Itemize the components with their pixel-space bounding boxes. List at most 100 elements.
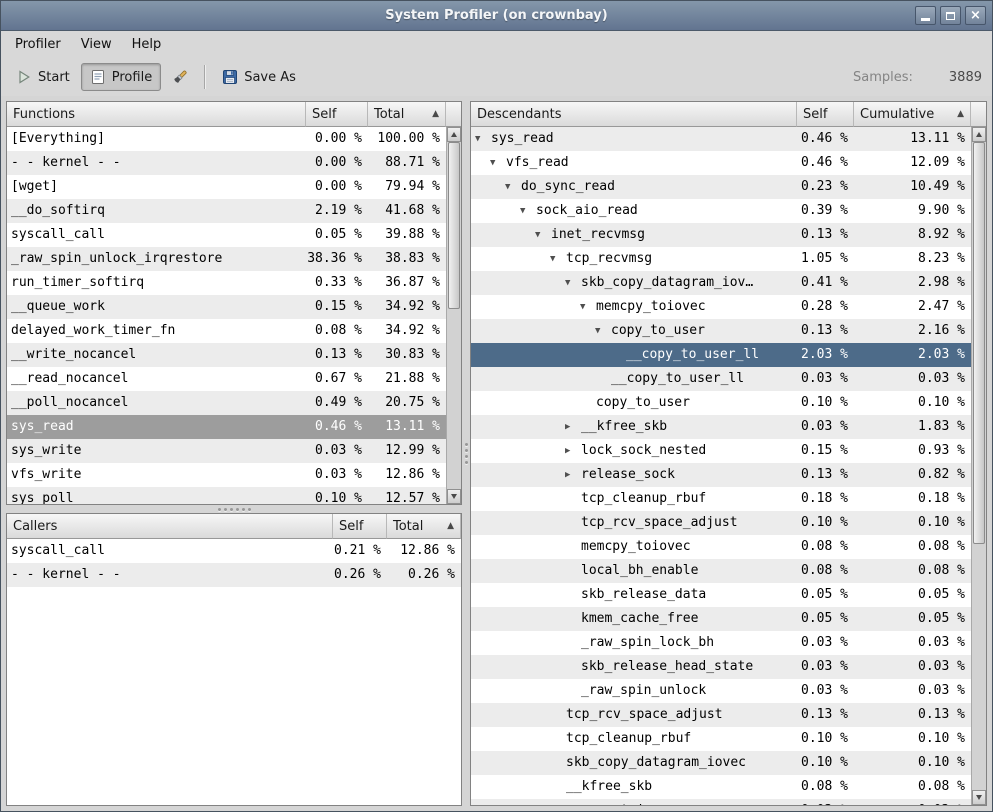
descendants-header: Descendants Self Cumulative ▲ [471, 102, 986, 127]
self-column-header[interactable]: Self [797, 102, 854, 127]
horizontal-pane-handle[interactable] [6, 505, 462, 513]
scrollbar-thumb[interactable] [448, 142, 460, 309]
total-column-header[interactable]: Total ▲ [368, 102, 446, 127]
table-row[interactable]: [wget]0.00 %79.94 % [7, 175, 446, 199]
menu-help[interactable]: Help [122, 33, 172, 56]
table-row[interactable]: sys_poll0.10 %12.57 % [7, 487, 446, 504]
vertical-pane-handle[interactable] [462, 101, 470, 806]
expander-closed-icon[interactable]: ▶ [565, 439, 581, 463]
table-row[interactable]: syscall_call0.05 %39.88 % [7, 223, 446, 247]
scroll-down-button[interactable] [447, 489, 461, 504]
self-column-header[interactable]: Self [333, 514, 387, 539]
menu-profiler[interactable]: Profiler [5, 33, 71, 56]
total-column-header[interactable]: Total ▲ [387, 514, 461, 539]
expander-open-icon[interactable]: ▼ [520, 199, 536, 223]
table-row[interactable]: - - kernel - -0.26 %0.26 % [7, 563, 461, 587]
table-row[interactable]: tcp_cleanup_rbuf0.18 %0.18 % [471, 487, 971, 511]
save-as-button[interactable]: Save As [213, 63, 305, 91]
table-row[interactable]: ▶release_sock0.13 %0.82 % [471, 463, 971, 487]
table-row[interactable]: __read_nocancel0.67 %21.88 % [7, 367, 446, 391]
close-button[interactable]: × [965, 6, 986, 25]
table-row[interactable]: _raw_spin_lock_bh0.03 %0.03 % [471, 631, 971, 655]
function-name: - - kernel - - [11, 563, 121, 587]
expander-open-icon[interactable]: ▼ [580, 295, 596, 319]
table-row[interactable]: ▶lock_sock_nested0.15 %0.93 % [471, 439, 971, 463]
start-button[interactable]: Start [7, 63, 79, 91]
total-value: 20.75 % [368, 391, 446, 415]
table-row[interactable]: __copy_to_user_ll2.03 %2.03 % [471, 343, 971, 367]
expander-open-icon[interactable]: ▼ [490, 151, 506, 175]
self-value: 0.00 % [306, 175, 368, 199]
self-column-header[interactable]: Self [306, 102, 368, 127]
table-row[interactable]: __poll_nocancel0.49 %20.75 % [7, 391, 446, 415]
table-row[interactable]: ▼memcpy_toiovec0.28 %2.47 % [471, 295, 971, 319]
table-row[interactable]: ▼sock_aio_read0.39 %9.90 % [471, 199, 971, 223]
table-row[interactable]: __copy_to_user_ll0.03 %0.03 % [471, 367, 971, 391]
table-row[interactable]: ▼skb_copy_datagram_iov…0.41 %2.98 % [471, 271, 971, 295]
expander-closed-icon[interactable]: ▶ [565, 463, 581, 487]
expander-open-icon[interactable]: ▼ [565, 271, 581, 295]
titlebar[interactable]: System Profiler (on crownbay) × [1, 1, 992, 31]
expander-open-icon[interactable]: ▼ [475, 127, 491, 151]
table-row[interactable]: - - kernel - -0.00 %88.71 % [7, 151, 446, 175]
table-row[interactable]: ▼inet_recvmsg0.13 %8.92 % [471, 223, 971, 247]
maximize-button[interactable] [940, 6, 961, 25]
table-row[interactable]: _raw_spin_unlock0.03 %0.03 % [471, 679, 971, 703]
table-row[interactable]: ▼tcp_recvmsg1.05 %8.23 % [471, 247, 971, 271]
table-row[interactable]: ▼sys_read0.46 %13.11 % [471, 127, 971, 151]
functions-column-header[interactable]: Functions [7, 102, 306, 127]
table-row[interactable]: __do_softirq2.19 %41.68 % [7, 199, 446, 223]
table-row[interactable]: ▶__kfree_skb0.03 %1.83 % [471, 415, 971, 439]
table-row[interactable]: ▼copy_to_user0.13 %2.16 % [471, 319, 971, 343]
reset-button[interactable] [163, 63, 197, 91]
callers-column-header[interactable]: Callers [7, 514, 333, 539]
table-row[interactable]: sys_write0.03 %12.99 % [7, 439, 446, 463]
expander-open-icon[interactable]: ▼ [550, 247, 566, 271]
table-row[interactable]: delayed_work_timer_fn0.08 %34.92 % [7, 319, 446, 343]
function-name: sys_poll [11, 487, 74, 504]
table-row[interactable]: ▼do_sync_read0.23 %10.49 % [471, 175, 971, 199]
menu-view[interactable]: View [71, 33, 122, 56]
self-value: 0.08 % [306, 319, 368, 343]
table-row[interactable]: vfs_write0.03 %12.86 % [7, 463, 446, 487]
profile-button[interactable]: Profile [81, 63, 161, 91]
scroll-up-button[interactable] [972, 127, 986, 142]
table-row[interactable]: sys_read0.46 %13.11 % [7, 415, 446, 439]
total-value: 0.05 % [854, 583, 971, 607]
table-row[interactable]: skb_copy_datagram_iovec0.10 %0.10 % [471, 751, 971, 775]
table-row[interactable]: tcp_cleanup_rbuf0.10 %0.10 % [471, 727, 971, 751]
expander-closed-icon[interactable]: ▶ [565, 415, 581, 439]
table-row[interactable]: __write_nocancel0.13 %30.83 % [7, 343, 446, 367]
table-row[interactable]: __queue_work0.15 %34.92 % [7, 295, 446, 319]
table-row[interactable]: skb_release_data0.05 %0.05 % [471, 583, 971, 607]
table-row[interactable]: memcpy_toiovec0.03 %0.03 % [471, 799, 971, 805]
table-row[interactable]: local_bh_enable0.08 %0.08 % [471, 559, 971, 583]
scroll-up-button[interactable] [447, 127, 461, 142]
samples-label: Samples: [853, 70, 913, 85]
table-row[interactable]: ▼vfs_read0.46 %12.09 % [471, 151, 971, 175]
table-row[interactable]: __kfree_skb0.08 %0.08 % [471, 775, 971, 799]
scrollbar-track[interactable] [972, 142, 986, 790]
functions-scrollbar[interactable] [446, 127, 461, 504]
cumulative-column-header[interactable]: Cumulative ▲ [854, 102, 971, 127]
table-row[interactable]: tcp_rcv_space_adjust0.13 %0.13 % [471, 703, 971, 727]
table-row[interactable]: [Everything]0.00 %100.00 % [7, 127, 446, 151]
scrollbar-thumb[interactable] [973, 142, 985, 544]
table-row[interactable]: syscall_call0.21 %12.86 % [7, 539, 461, 563]
minimize-button[interactable] [915, 6, 936, 25]
table-row[interactable]: memcpy_toiovec0.08 %0.08 % [471, 535, 971, 559]
scroll-down-button[interactable] [972, 790, 986, 805]
table-row[interactable]: skb_release_head_state0.03 %0.03 % [471, 655, 971, 679]
expander-open-icon[interactable]: ▼ [535, 223, 551, 247]
table-row[interactable]: copy_to_user0.10 %0.10 % [471, 391, 971, 415]
functions-header: Functions Self Total ▲ [7, 102, 461, 127]
expander-open-icon[interactable]: ▼ [595, 319, 611, 343]
descendants-column-header[interactable]: Descendants [471, 102, 797, 127]
table-row[interactable]: kmem_cache_free0.05 %0.05 % [471, 607, 971, 631]
table-row[interactable]: tcp_rcv_space_adjust0.10 %0.10 % [471, 511, 971, 535]
descendants-scrollbar[interactable] [971, 127, 986, 805]
table-row[interactable]: _raw_spin_unlock_irqrestore38.36 %38.83 … [7, 247, 446, 271]
scrollbar-track[interactable] [447, 142, 461, 489]
expander-open-icon[interactable]: ▼ [505, 175, 521, 199]
table-row[interactable]: run_timer_softirq0.33 %36.87 % [7, 271, 446, 295]
